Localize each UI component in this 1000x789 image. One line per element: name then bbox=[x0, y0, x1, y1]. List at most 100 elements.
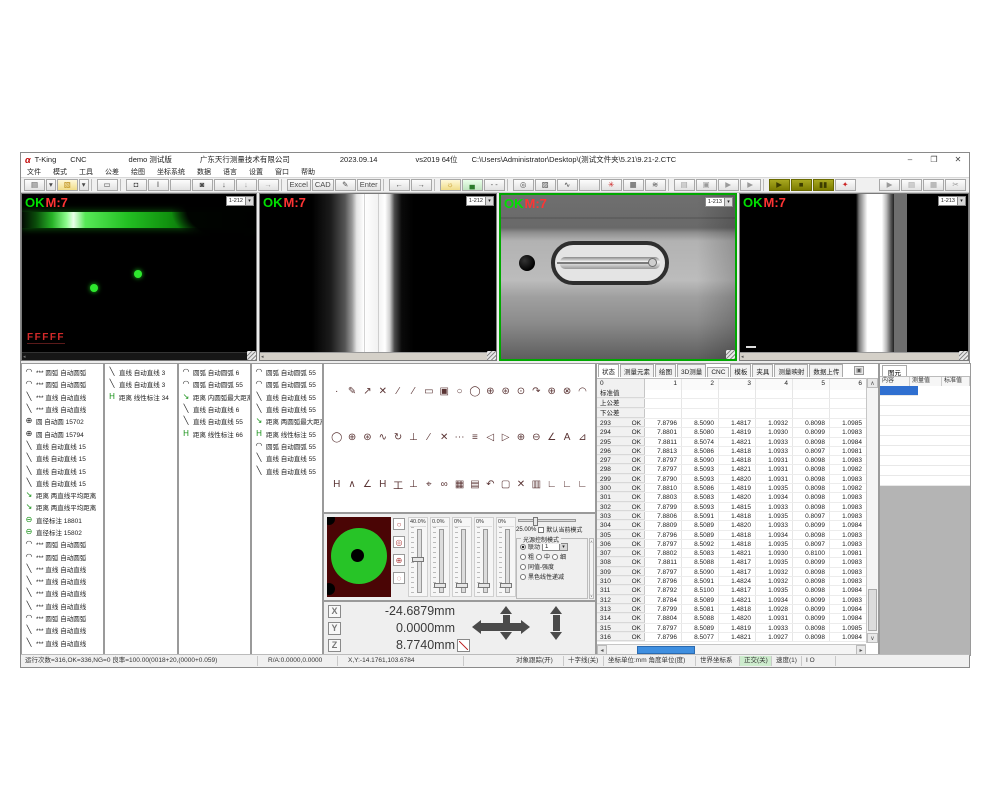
pause-button[interactable]: ▮▮ bbox=[813, 179, 834, 191]
list-item[interactable]: ╲直线 自动直线 15 bbox=[22, 452, 103, 464]
table-row[interactable]: 315OK7.87978.50891.48191.09330.80981.098… bbox=[597, 624, 867, 633]
table-row[interactable]: 标准值 bbox=[597, 389, 867, 399]
tab-5[interactable]: CNC bbox=[707, 367, 729, 377]
excel-export-button[interactable]: Excel bbox=[287, 179, 311, 191]
list-item[interactable]: H距离 线性标注 66 bbox=[179, 427, 250, 439]
element-row[interactable] bbox=[880, 426, 970, 436]
enter-button[interactable]: Enter bbox=[357, 179, 381, 191]
palette-tool-button[interactable]: ↷ bbox=[530, 384, 543, 398]
palette-tool-button[interactable]: ⊛ bbox=[499, 384, 512, 398]
menu-item-1[interactable]: 文件 bbox=[21, 166, 47, 177]
list-item[interactable]: H距离 线性标注 55 bbox=[252, 427, 322, 439]
list-item[interactable]: ╲直线 自动直线 55 bbox=[252, 391, 322, 403]
table-row[interactable]: 311OK7.87928.51001.48171.09350.80981.098… bbox=[597, 586, 867, 595]
resize-grip-icon[interactable] bbox=[247, 351, 256, 360]
palette-tool-button[interactable]: ▤ bbox=[468, 478, 481, 492]
list-item[interactable]: ╲*** 直线 自动直线 bbox=[22, 600, 103, 612]
slider-track[interactable] bbox=[455, 527, 469, 595]
palette-tool-button[interactable]: ⊕ bbox=[514, 431, 527, 445]
scroll-up-icon[interactable]: ∧ bbox=[867, 378, 878, 388]
element-row[interactable] bbox=[880, 476, 970, 486]
blank2-button[interactable] bbox=[579, 179, 600, 191]
palette-tool-button[interactable]: ↻ bbox=[391, 431, 404, 445]
palette-tool-button[interactable]: ⊕ bbox=[545, 384, 558, 398]
table-row[interactable]: 310OK7.87968.50911.48241.09320.80981.098… bbox=[597, 577, 867, 586]
palette-tool-button[interactable]: ⊗ bbox=[560, 384, 573, 398]
move-down-button[interactable]: ↓ bbox=[236, 179, 257, 191]
list-item[interactable]: ╲直线 自动直线 6 bbox=[179, 403, 250, 415]
table-vertical-scrollbar[interactable]: ∧ ∨ bbox=[866, 378, 878, 643]
list-item[interactable]: ╲直线 自动直线 3 bbox=[105, 378, 177, 390]
palette-tool-button[interactable]: ✎ bbox=[345, 384, 358, 398]
element-row[interactable] bbox=[880, 396, 970, 406]
list-item[interactable]: ◠圆弧 自动圆弧 55 bbox=[252, 366, 322, 378]
element-row[interactable] bbox=[880, 416, 970, 426]
pen-button[interactable]: ✎ bbox=[335, 179, 356, 191]
element-column-header[interactable]: 标准值 bbox=[942, 377, 970, 386]
palette-tool-button[interactable]: ◠ bbox=[576, 384, 589, 398]
palette-tool-button[interactable]: H bbox=[376, 478, 389, 492]
resize-grip-icon[interactable] bbox=[959, 351, 968, 360]
table-row[interactable]: 304OK7.88098.50891.48201.09330.80991.098… bbox=[597, 521, 867, 530]
edge-tool-button[interactable]: Ⅰ bbox=[148, 179, 169, 191]
camera-4-scrollbar[interactable]: ◂▸ bbox=[740, 352, 968, 360]
maximize-button[interactable]: ❐ bbox=[927, 155, 941, 164]
slider-track[interactable] bbox=[433, 527, 447, 595]
palette-tool-button[interactable]: ⊕ bbox=[345, 431, 358, 445]
camera-view-1[interactable]: FFFFF ◂▸ OKM:7 1-212▾ bbox=[21, 193, 257, 361]
palette-tool-button[interactable]: ▭ bbox=[422, 384, 435, 398]
tab-1[interactable]: 状态 bbox=[598, 364, 619, 377]
play-button[interactable]: ▶ bbox=[740, 179, 761, 191]
list-item[interactable]: ◠*** 圆弧 自动圆弧 bbox=[22, 366, 103, 378]
list-item[interactable]: ⊕圆 自动圆 15794 bbox=[22, 427, 103, 439]
palette-tool-button[interactable]: ⊕ bbox=[484, 384, 497, 398]
list-item[interactable]: ◠圆弧 自动圆弧 55 bbox=[179, 378, 250, 390]
level-medium-radio[interactable] bbox=[536, 554, 542, 560]
resize-grip-icon[interactable] bbox=[487, 351, 496, 360]
list-item[interactable]: ╲直线 自动直线 55 bbox=[179, 415, 250, 427]
table-row[interactable]: 309OK7.87978.50901.48171.09320.80981.098… bbox=[597, 568, 867, 577]
level-fine-radio[interactable] bbox=[552, 554, 558, 560]
list-item[interactable]: ◠*** 圆弧 自动圆弧 bbox=[22, 378, 103, 390]
list-item[interactable]: ⊖直径标注 18801 bbox=[22, 514, 103, 526]
close-button[interactable]: ✕ bbox=[951, 155, 965, 164]
palette-tool-button[interactable]: ∟ bbox=[560, 478, 573, 492]
curve-button[interactable]: ∿ bbox=[557, 179, 578, 191]
resize-grip-icon[interactable] bbox=[726, 350, 735, 359]
palette-tool-button[interactable]: 工 bbox=[391, 478, 404, 492]
table-row[interactable]: 298OK7.87978.50931.48211.09310.80981.098… bbox=[597, 465, 867, 474]
palette-tool-button[interactable]: ▦ bbox=[453, 478, 466, 492]
menu-item-4[interactable]: 公差 bbox=[99, 166, 125, 177]
element-column-header[interactable]: 内容 bbox=[880, 377, 910, 386]
runner-button[interactable]: ✦ bbox=[835, 179, 856, 191]
list-item[interactable]: ◠圆弧 自动圆弧 55 bbox=[252, 440, 322, 452]
ring-light-button[interactable]: ⊕ bbox=[393, 554, 405, 566]
menu-item-11[interactable]: 帮助 bbox=[295, 166, 321, 177]
menu-item-10[interactable]: 窗口 bbox=[269, 166, 295, 177]
list-item[interactable]: ╲*** 直线 自动直线 bbox=[22, 637, 103, 649]
slider-track[interactable] bbox=[477, 527, 491, 595]
list-item[interactable]: ╲*** 直线 自动直线 bbox=[22, 575, 103, 587]
palette-tool-button[interactable]: ▢ bbox=[499, 478, 512, 492]
list-item[interactable]: ↘距离 两圆弧最大距离 bbox=[252, 415, 322, 427]
list-item[interactable]: ◠*** 圆弧 自动圆弧 bbox=[22, 538, 103, 550]
palette-tool-button[interactable]: ⊥ bbox=[407, 431, 420, 445]
element-row[interactable] bbox=[880, 446, 970, 456]
slider-thumb[interactable] bbox=[533, 517, 538, 526]
slider-thumb[interactable] bbox=[478, 583, 490, 588]
ring-light-button[interactable]: ◎ bbox=[393, 536, 405, 548]
palette-tool-button[interactable]: ✕ bbox=[514, 478, 527, 492]
step-button[interactable]: ▶ bbox=[769, 179, 790, 191]
palette-tool-button[interactable]: ∠ bbox=[545, 431, 558, 445]
palette-tool-button[interactable]: ⊙ bbox=[514, 384, 527, 398]
table-row[interactable]: 下公差 bbox=[597, 409, 867, 419]
scrollbar-thumb[interactable] bbox=[637, 646, 695, 654]
cut-button[interactable]: ✂ bbox=[945, 179, 966, 191]
scroll-down-icon[interactable]: ∨ bbox=[867, 633, 878, 643]
menu-item-3[interactable]: 工具 bbox=[73, 166, 99, 177]
same-value-radio[interactable] bbox=[520, 564, 526, 570]
slider-track[interactable] bbox=[499, 527, 513, 595]
table-row[interactable]: 294OK7.88018.50801.48191.09300.80991.098… bbox=[597, 428, 867, 437]
menu-item-5[interactable]: 绘图 bbox=[125, 166, 151, 177]
palette-tool-button[interactable]: ≡ bbox=[468, 431, 481, 445]
